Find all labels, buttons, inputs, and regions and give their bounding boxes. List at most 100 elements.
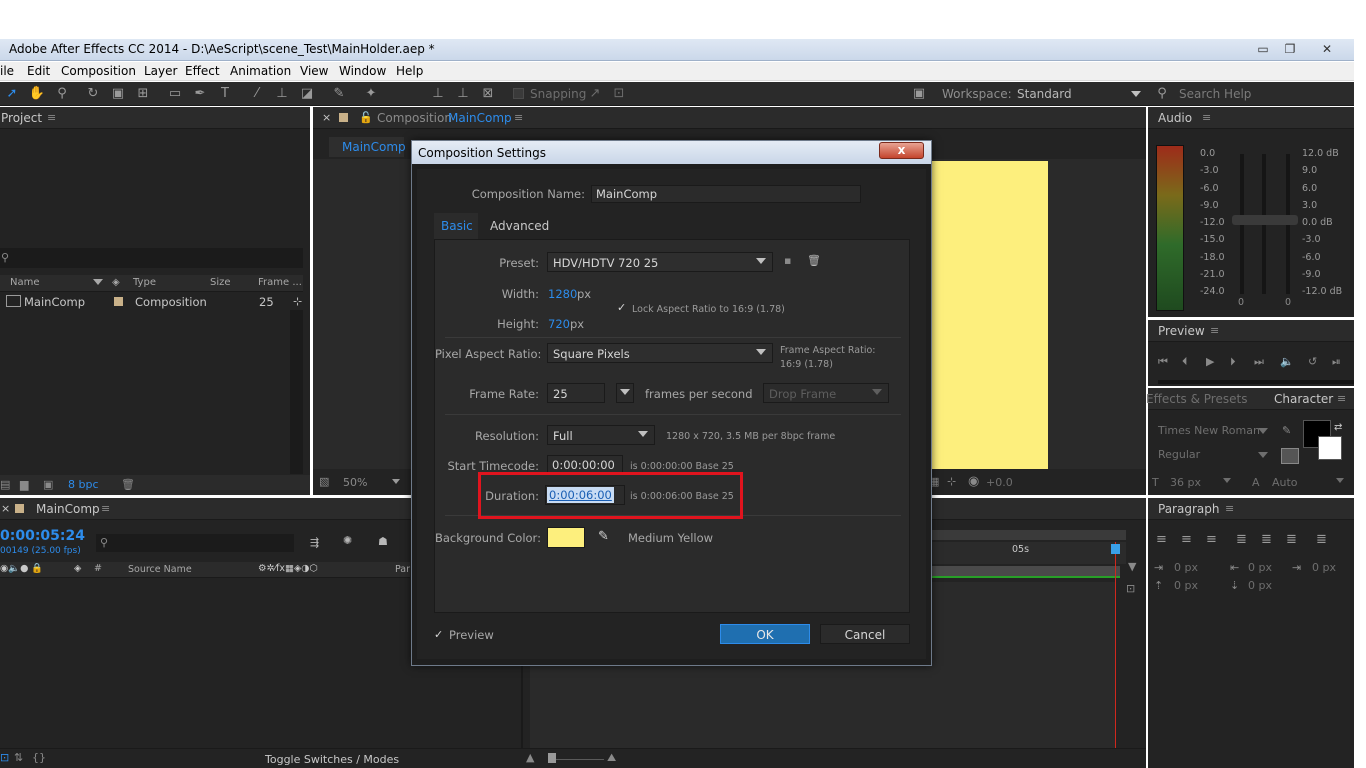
brush-tool-icon[interactable]: ⁄: [248, 86, 266, 102]
project-item-row[interactable]: MainComp Composition 25: [0, 294, 290, 310]
tab-effects-presets[interactable]: Effects & Presets: [1146, 392, 1247, 406]
project-search-input[interactable]: ⚲: [0, 248, 303, 268]
interpret-footage-icon[interactable]: ▤: [0, 478, 10, 491]
in-out-icon[interactable]: {}: [32, 751, 46, 764]
audio-slider-thumb[interactable]: [1232, 215, 1298, 225]
maximize-button[interactable]: ❐: [1280, 41, 1300, 57]
drop-frame-select[interactable]: Drop Frame: [763, 383, 889, 403]
pen-tool-icon[interactable]: ✒: [191, 86, 209, 102]
resolution-select[interactable]: Full: [547, 425, 655, 445]
first-frame-icon[interactable]: ⏮: [1158, 355, 1168, 369]
eyedropper-icon[interactable]: ✎: [598, 529, 609, 544]
chevron-down-icon[interactable]: [1336, 478, 1344, 483]
minimize-button[interactable]: ▭: [1253, 41, 1273, 57]
search-help-input[interactable]: Search Help: [1174, 85, 1352, 103]
eyedropper-icon[interactable]: ✎: [1282, 424, 1291, 437]
justify-right-icon[interactable]: ≣: [1286, 532, 1297, 547]
text-tool-icon[interactable]: T: [216, 86, 234, 102]
rotate-tool-icon[interactable]: ↻: [84, 86, 102, 102]
delete-preset-icon[interactable]: 🗑: [807, 254, 821, 267]
zoom-out-icon[interactable]: ▲: [526, 751, 534, 764]
comp-button-icon[interactable]: ▼: [1128, 560, 1136, 573]
rectangle-tool-icon[interactable]: ▭: [166, 86, 184, 102]
panel-menu-icon[interactable]: ≡: [1337, 392, 1346, 405]
swap-colors-icon[interactable]: ⇄: [1334, 422, 1342, 433]
label-tag-icon[interactable]: ◈: [112, 277, 120, 288]
timeline-tab-name[interactable]: MainComp: [36, 502, 100, 516]
first-line-indent-value[interactable]: 0 px: [1312, 561, 1336, 574]
panel-menu-icon[interactable]: ≡: [1225, 502, 1234, 515]
loop-icon[interactable]: ↺: [1308, 355, 1317, 368]
leading-value[interactable]: Auto: [1272, 476, 1298, 489]
sort-icon[interactable]: [93, 279, 103, 285]
zoom-slider-track[interactable]: [548, 759, 604, 760]
panel-menu-icon[interactable]: ≡: [514, 111, 523, 124]
ok-button[interactable]: OK: [720, 624, 810, 644]
close-window-button[interactable]: ✕: [1317, 41, 1337, 57]
transfer-controls-icon[interactable]: ⇅: [14, 751, 23, 764]
exposure-reset-icon[interactable]: ◉: [968, 474, 979, 489]
dialog-close-button[interactable]: x: [879, 142, 924, 159]
panel-menu-icon[interactable]: ≡: [47, 111, 56, 124]
width-value[interactable]: 1280: [548, 287, 577, 301]
always-preview-icon[interactable]: ▧: [319, 475, 329, 488]
panel-menu-icon[interactable]: ≡: [1202, 111, 1211, 124]
trash-icon[interactable]: 🗑: [121, 478, 135, 491]
label-tag-icon[interactable]: ◈: [74, 563, 81, 574]
flowchart-icon[interactable]: ⊹: [293, 295, 302, 308]
justify-left-icon[interactable]: ≣: [1236, 532, 1247, 547]
column-type[interactable]: Type: [133, 277, 156, 288]
align-right-icon[interactable]: ≡: [1206, 532, 1217, 547]
menu-file[interactable]: ile: [0, 64, 14, 78]
preview-checkbox[interactable]: ✓: [434, 628, 443, 641]
project-panel-title[interactable]: Project: [1, 111, 42, 125]
space-before-value[interactable]: 0 px: [1174, 579, 1198, 592]
composition-tab-label[interactable]: Composition: [377, 111, 452, 125]
current-timecode[interactable]: 0:00:05:24: [0, 528, 85, 544]
zoom-tool-icon[interactable]: ⚲: [53, 86, 71, 102]
audio-panel-title[interactable]: Audio: [1158, 111, 1192, 125]
timeline-search-input[interactable]: ⚲: [96, 534, 294, 552]
column-size[interactable]: Size: [210, 277, 231, 288]
label-color-swatch[interactable]: [114, 297, 123, 306]
snapping-checkbox[interactable]: [513, 88, 524, 99]
roto-brush-tool-icon[interactable]: ✎: [330, 86, 348, 102]
flowchart-icon[interactable]: ⊹: [947, 475, 956, 488]
comp-breadcrumb[interactable]: MainComp: [329, 137, 406, 157]
background-color-swatch[interactable]: [547, 527, 585, 548]
selection-tool-icon[interactable]: ➚: [3, 86, 21, 102]
space-after-value[interactable]: 0 px: [1248, 579, 1272, 592]
current-time-indicator[interactable]: [1115, 542, 1116, 748]
paragraph-panel-title[interactable]: Paragraph: [1158, 502, 1219, 516]
menu-help[interactable]: Help: [396, 64, 423, 78]
panel-menu-icon[interactable]: ≡: [101, 502, 110, 515]
composition-tab-name[interactable]: MainComp: [448, 111, 512, 125]
frame-rate-dropdown[interactable]: [616, 383, 634, 403]
lock-icon[interactable]: 🔓: [359, 111, 373, 124]
close-tab-icon[interactable]: ×: [1, 502, 10, 515]
snap-grid-icon[interactable]: ⊡: [610, 86, 628, 102]
column-frame[interactable]: Frame ...: [258, 277, 302, 288]
new-composition-icon[interactable]: ▣: [43, 478, 53, 491]
column-name[interactable]: Name: [10, 277, 40, 288]
menu-window[interactable]: Window: [339, 64, 386, 78]
preview-scrollbar[interactable]: [1158, 380, 1354, 384]
comp-flowchart-icon[interactable]: ⇶: [310, 536, 319, 549]
puppet-pin-tool-icon[interactable]: ✦: [362, 86, 380, 102]
expand-pane-icon[interactable]: ⊡: [0, 751, 9, 764]
justify-all-icon[interactable]: ≣: [1316, 532, 1327, 547]
default-colors-icon[interactable]: [1281, 448, 1299, 464]
cancel-button[interactable]: Cancel: [820, 624, 910, 644]
close-tab-icon[interactable]: ×: [322, 111, 331, 124]
frame-rate-input[interactable]: 25: [547, 383, 605, 403]
toggle-switches-modes[interactable]: Toggle Switches / Modes: [265, 753, 399, 766]
pan-behind-tool-icon[interactable]: ⊞: [134, 86, 152, 102]
start-timecode-input[interactable]: 0:00:00:00: [547, 455, 623, 473]
tab-basic[interactable]: Basic: [434, 213, 478, 239]
exposure-value[interactable]: +0.0: [986, 476, 1013, 489]
layer-switches-icon[interactable]: ⚙✲⁄fx▦◈◑⬡: [258, 563, 318, 574]
new-folder-icon[interactable]: ▆: [20, 478, 28, 491]
justify-center-icon[interactable]: ≣: [1261, 532, 1272, 547]
column-source-name[interactable]: Source Name: [128, 564, 192, 575]
play-icon[interactable]: ▶: [1206, 355, 1214, 368]
